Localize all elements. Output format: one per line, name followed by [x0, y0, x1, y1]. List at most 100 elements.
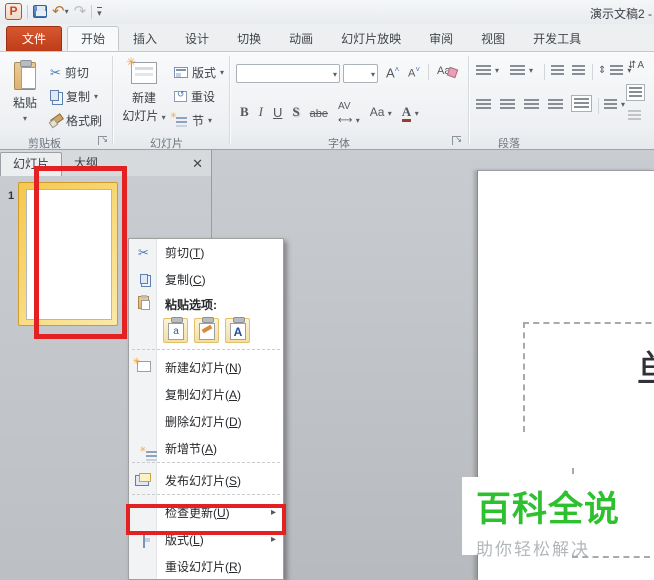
shrink-font-button[interactable]: A˅: [408, 65, 420, 80]
paste-keep-source-formatting-button[interactable]: [194, 317, 219, 343]
tab-1[interactable]: 插入: [119, 26, 171, 51]
scissors-icon: ✂: [138, 244, 149, 260]
paste-options-row: aA: [129, 315, 283, 349]
ribbon: 粘贴 ▾ ✂ 剪切 复制 ▾ 格式刷 剪贴板 新建 幻灯片 ▾ 版式 ▾: [0, 52, 654, 150]
tab-2[interactable]: 设计: [171, 26, 223, 51]
group-separator: [229, 56, 230, 144]
small-separator: [544, 64, 545, 80]
menu-item-发布幻灯片[interactable]: 发布幻灯片(S): [129, 467, 283, 494]
format-painter-button[interactable]: 格式刷: [50, 112, 102, 129]
font-color-button[interactable]: A ▾: [401, 104, 419, 122]
reset-button[interactable]: 重设: [174, 88, 215, 105]
qat-separator: [27, 4, 28, 19]
grow-font-button[interactable]: A˄: [386, 65, 399, 80]
line-spacing-icon: [610, 65, 624, 76]
tab-file[interactable]: 文件: [6, 26, 63, 51]
section-button[interactable]: 节 ▾: [170, 111, 213, 129]
justify-button[interactable]: [548, 99, 563, 110]
align-text-button[interactable]: [626, 84, 645, 101]
strikethrough-button[interactable]: abe: [310, 105, 328, 120]
layout-button[interactable]: 版式 ▾: [174, 64, 224, 81]
save-icon[interactable]: [33, 5, 47, 18]
format-painter-icon: [50, 115, 62, 127]
section-icon: [170, 111, 188, 126]
convert-smartart-button[interactable]: [628, 110, 641, 121]
font-name-combobox[interactable]: ▾: [236, 64, 340, 83]
menu-item-新建幻灯片[interactable]: 新建幻灯片(N): [129, 354, 283, 381]
window-title: 演示文稿2 -: [589, 7, 652, 21]
copy-button[interactable]: 复制 ▾: [50, 88, 98, 105]
text-shadow-button[interactable]: S: [292, 104, 299, 120]
bold-button[interactable]: B: [240, 104, 249, 120]
copy-dropdown-icon[interactable]: ▾: [94, 92, 98, 101]
qat-customize-icon[interactable]: ▾: [97, 6, 102, 17]
menu-item-复制幻灯片[interactable]: 复制幻灯片(A): [129, 381, 283, 408]
tab-3[interactable]: 切换: [223, 26, 275, 51]
distributed-button[interactable]: [571, 95, 592, 112]
menu-item-label: 新建幻灯片(N): [165, 361, 242, 375]
menu-item-重设幻灯片[interactable]: 重设幻灯片(R): [129, 553, 283, 580]
bullets-button[interactable]: ▾: [476, 65, 499, 76]
clear-formatting-button[interactable]: Aa: [437, 65, 450, 77]
paste-use-destination-theme-button[interactable]: a: [163, 317, 188, 343]
new-slide-label-1: 新建: [131, 91, 156, 105]
slides-group-label: 幻灯片: [150, 138, 183, 150]
font-dialog-launcher-icon[interactable]: [452, 136, 461, 145]
decrease-indent-button[interactable]: [551, 65, 564, 76]
numbering-button[interactable]: ▾: [510, 65, 533, 76]
tab-4[interactable]: 动画: [275, 26, 327, 51]
align-left-button[interactable]: [476, 99, 491, 110]
layout-label: 版式: [192, 66, 217, 80]
increase-indent-button[interactable]: [572, 65, 585, 76]
close-icon[interactable]: ✕: [192, 156, 203, 172]
paste-dropdown-icon[interactable]: ▾: [23, 114, 27, 123]
section-dropdown-icon: ▾: [208, 116, 213, 125]
font-group-label: 字体: [328, 138, 350, 150]
menu-item-删除幻灯片[interactable]: 删除幻灯片(D): [129, 408, 283, 435]
section-label: 节: [192, 114, 205, 128]
tab-0[interactable]: 开始: [67, 26, 120, 51]
undo-dropdown-icon[interactable]: ▾: [65, 7, 69, 16]
new-slide-icon: [133, 356, 151, 372]
title-placeholder-text[interactable]: 单击此处添加标题: [636, 336, 654, 400]
new-slide-button[interactable]: 新建 幻灯片 ▾: [122, 55, 166, 124]
slide-number: 1: [8, 190, 15, 202]
line-spacing-button[interactable]: ⇕ ▾: [598, 65, 631, 76]
text-direction-button[interactable]: ⇵A: [628, 60, 645, 71]
align-center-button[interactable]: [500, 99, 515, 110]
ribbon-tab-bar: 文件 开始 插入 设计 切换 动画 幻灯片放映 审阅 视图 开发工具: [0, 24, 654, 52]
change-case-button[interactable]: Aa ▾: [370, 105, 392, 119]
cut-button[interactable]: ✂ 剪切: [50, 64, 89, 81]
redo-icon[interactable]: ↷: [74, 4, 87, 19]
undo-button[interactable]: ↶ ▾: [52, 4, 69, 19]
columns-button[interactable]: ▾: [604, 99, 625, 110]
paste-button[interactable]: 粘贴 ▾: [8, 60, 42, 123]
powerpoint-app-icon[interactable]: P: [5, 3, 22, 20]
font-size-combobox[interactable]: ▾: [343, 64, 378, 83]
menu-item-paste-options[interactable]: 粘贴选项:: [129, 293, 283, 315]
italic-button[interactable]: I: [259, 104, 263, 120]
menu-item-剪切[interactable]: ✂ 剪切(T): [129, 239, 283, 266]
menu-item-label: 新增节(A): [165, 442, 218, 456]
underline-button[interactable]: U: [273, 105, 282, 120]
tab-5[interactable]: 幻灯片放映: [327, 26, 415, 51]
tab-7[interactable]: 视图: [467, 26, 519, 51]
menu-item-复制[interactable]: 复制(C): [129, 266, 283, 293]
group-separator: [468, 56, 469, 144]
bullets-icon: [476, 65, 491, 76]
title-placeholder[interactable]: [523, 322, 654, 432]
clipboard-dialog-launcher-icon[interactable]: [98, 136, 107, 145]
align-right-button[interactable]: [524, 99, 539, 110]
tab-8[interactable]: 开发工具: [519, 26, 595, 51]
paste-keep-text-only-button[interactable]: A: [225, 317, 250, 343]
copy-icon: [139, 273, 148, 284]
new-slide-icon: [126, 55, 157, 84]
group-separator: [112, 56, 113, 144]
copy-icon: [50, 89, 59, 101]
menu-item-label: 复制(C): [165, 273, 206, 287]
character-spacing-button[interactable]: AV ⟷ ▾: [338, 98, 360, 126]
menu-item-新增节[interactable]: 新增节(A): [129, 435, 283, 462]
menu-item-label: 重设幻灯片(R): [165, 560, 242, 574]
tab-6[interactable]: 审阅: [415, 26, 467, 51]
justify-icon: [548, 99, 563, 110]
